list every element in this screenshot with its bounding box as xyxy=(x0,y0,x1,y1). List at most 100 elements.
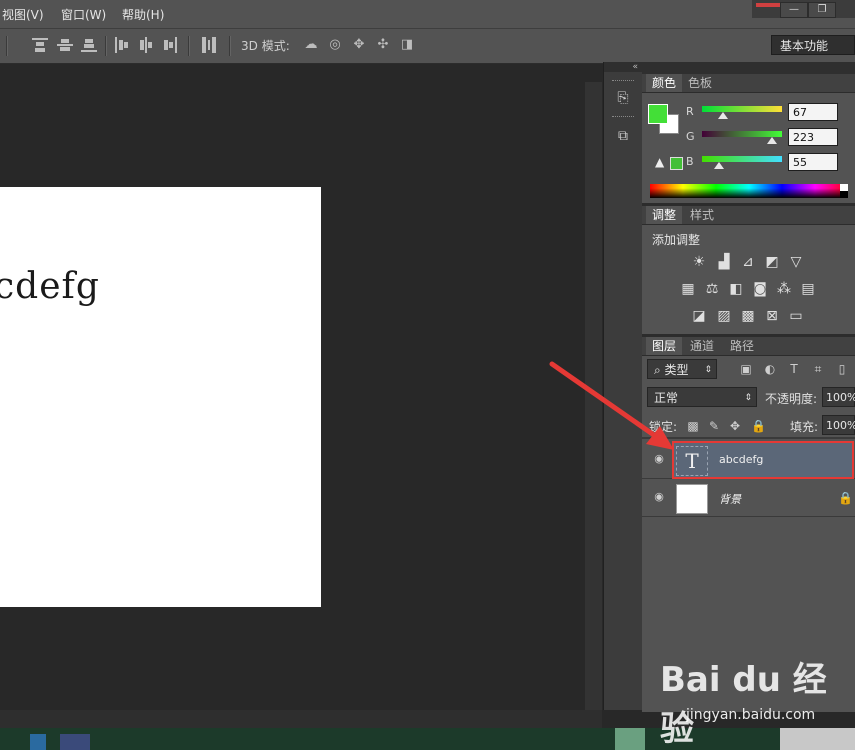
opacity-field[interactable]: 100% xyxy=(822,387,855,407)
slider-thumb[interactable] xyxy=(714,162,724,169)
lock-all-icon[interactable]: 🔒 xyxy=(751,419,766,433)
separator xyxy=(229,36,231,56)
levels-icon[interactable]: ▟ xyxy=(715,254,733,270)
foreground-color-swatch[interactable] xyxy=(648,104,668,124)
tab-layers[interactable]: 图层 xyxy=(646,337,683,355)
brightness-icon[interactable]: ☀ xyxy=(690,254,708,270)
filter-type-icon[interactable]: T xyxy=(787,362,801,376)
gamut-swatch[interactable] xyxy=(670,157,683,170)
photo-filter-icon[interactable]: ◙ xyxy=(751,281,769,297)
adjustments-title: 添加调整 xyxy=(652,233,701,247)
3d-slide-icon[interactable]: ✣ xyxy=(375,37,391,53)
exposure-icon[interactable]: ◩ xyxy=(763,254,781,270)
black-white-icon[interactable]: ◧ xyxy=(727,281,745,297)
color-balance-icon[interactable]: ⚖ xyxy=(703,281,721,297)
canvas-text-layer[interactable]: cdefg xyxy=(0,266,100,307)
chevron-updown-icon: ⇕ xyxy=(744,393,752,403)
3d-mode-label: 3D 模式: xyxy=(241,39,290,53)
tab-paths[interactable]: 路径 xyxy=(724,337,760,355)
align-hcenter-icon[interactable] xyxy=(138,37,154,53)
tab-styles[interactable]: 样式 xyxy=(684,206,720,224)
channel-b-label: B xyxy=(686,155,694,168)
panel-header xyxy=(642,62,855,74)
watermark-url: jingyan.baidu.com xyxy=(686,707,816,723)
curves-icon[interactable]: ⊿ xyxy=(739,254,757,270)
invert-icon[interactable]: ◪ xyxy=(690,308,708,324)
pixel-block xyxy=(60,734,90,750)
slider-r[interactable] xyxy=(702,106,782,112)
3d-pan-icon[interactable]: ✥ xyxy=(351,37,367,53)
pixel-block xyxy=(30,734,46,750)
annotation-arrow-icon xyxy=(549,361,674,450)
status-bar xyxy=(0,710,602,728)
layer-name[interactable]: 背景 xyxy=(719,491,741,507)
filter-smart-object-icon[interactable]: ▯ xyxy=(835,362,849,376)
grip-handle[interactable] xyxy=(612,80,634,84)
fill-label: 填充: xyxy=(790,420,819,434)
align-right-icon[interactable] xyxy=(162,37,178,53)
layer-name[interactable]: abcdefg xyxy=(719,453,763,466)
3d-scale-icon[interactable]: ◨ xyxy=(399,37,415,53)
color-lookup-icon[interactable]: ▤ xyxy=(799,281,817,297)
menu-help[interactable]: 帮助(H) xyxy=(122,6,164,23)
r-value-field[interactable]: 67 xyxy=(788,103,838,121)
align-vcenter-icon[interactable] xyxy=(57,37,73,53)
minimize-icon[interactable]: — xyxy=(780,2,808,18)
separator xyxy=(105,36,107,56)
tab-adjustments[interactable]: 调整 xyxy=(646,206,683,224)
background-layer-thumbnail xyxy=(676,484,708,514)
align-top-icon[interactable] xyxy=(32,37,48,53)
lock-transparent-icon[interactable]: ▩ xyxy=(686,419,700,433)
tab-color[interactable]: 颜色 xyxy=(646,74,683,92)
window-controls: — ❐ xyxy=(752,0,855,18)
align-bottom-icon[interactable] xyxy=(81,37,97,53)
filter-pixel-icon[interactable]: ▣ xyxy=(739,362,753,376)
filter-adjustment-icon[interactable]: ◐ xyxy=(763,362,777,376)
grip-handle[interactable] xyxy=(612,116,634,120)
restore-icon[interactable]: ❐ xyxy=(808,2,836,18)
lock-icon: 🔒 xyxy=(838,491,853,505)
adjustments-panel-tabs: 调整 样式 xyxy=(642,206,855,225)
lock-pixels-icon[interactable]: ✎ xyxy=(707,419,721,433)
gamut-warning-icon[interactable]: ▲ xyxy=(655,156,667,168)
fill-field[interactable]: 100% xyxy=(822,415,855,435)
hue-saturation-icon[interactable]: ▦ xyxy=(679,281,697,297)
align-left-icon[interactable] xyxy=(114,37,130,53)
distribute-icon[interactable] xyxy=(201,37,217,53)
chevron-updown-icon: ⇕ xyxy=(704,365,712,375)
menu-view[interactable]: 视图(V) xyxy=(2,6,44,23)
layers-panel-tabs: 图层 通道 路径 xyxy=(642,337,855,356)
tab-swatches[interactable]: 色板 xyxy=(682,74,718,92)
3d-roll-icon[interactable]: ◎ xyxy=(327,37,343,53)
channel-r-label: R xyxy=(686,105,694,118)
slider-thumb[interactable] xyxy=(718,112,728,119)
g-value-field[interactable]: 223 xyxy=(788,128,838,146)
gradient-map-icon[interactable]: ▭ xyxy=(787,308,805,324)
workspace-select[interactable]: 基本功能 xyxy=(771,35,855,55)
slider-thumb[interactable] xyxy=(767,137,777,144)
menu-bar: 视图(V) 窗口(W) 帮助(H) xyxy=(0,0,855,28)
b-value-field[interactable]: 55 xyxy=(788,153,838,171)
black-white-swatch[interactable] xyxy=(840,184,848,198)
collapse-icon[interactable]: « xyxy=(604,62,642,72)
3d-rotate-icon[interactable]: ☁ xyxy=(303,37,319,53)
posterize-icon[interactable]: ▨ xyxy=(715,308,733,324)
document-canvas[interactable] xyxy=(0,187,321,607)
selective-color-icon[interactable]: ⊠ xyxy=(763,308,781,324)
tab-channels[interactable]: 通道 xyxy=(684,337,720,355)
threshold-icon[interactable]: ▩ xyxy=(739,308,757,324)
3d-panel-icon[interactable]: ⧉ xyxy=(610,124,636,148)
separator xyxy=(6,36,8,56)
visibility-eye-icon[interactable]: ◉ xyxy=(652,491,666,502)
filter-shape-icon[interactable]: ⌗ xyxy=(811,362,825,376)
channel-mixer-icon[interactable]: ⁂ xyxy=(775,281,793,297)
vibrance-icon[interactable]: ▽ xyxy=(787,254,805,270)
channel-g-label: G xyxy=(686,130,695,143)
menu-window[interactable]: 窗口(W) xyxy=(61,6,106,23)
opacity-label: 不透明度: xyxy=(765,392,818,406)
history-icon[interactable]: ⎘ xyxy=(610,86,636,110)
lock-position-icon[interactable]: ✥ xyxy=(728,419,742,433)
color-spectrum-bar[interactable] xyxy=(650,184,848,198)
watermark-logo: Bai du 经验 xyxy=(660,660,827,749)
layer-row-background[interactable]: ◉ 背景 🔒 xyxy=(642,480,855,517)
